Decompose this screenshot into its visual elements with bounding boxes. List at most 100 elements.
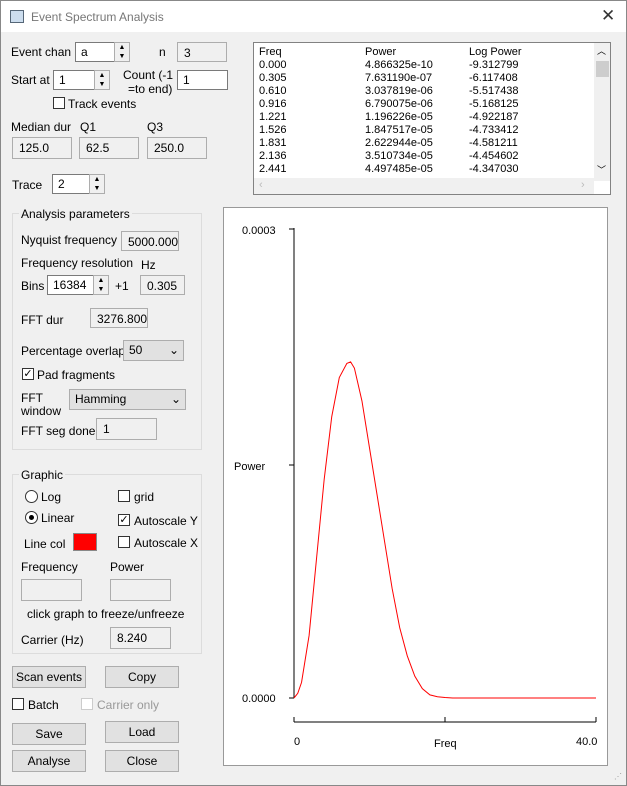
freq-resolution-label: Frequency resolution bbox=[21, 256, 134, 270]
table-cell: 0.000 bbox=[259, 59, 287, 71]
n-label: n bbox=[159, 45, 166, 59]
nyquist-value: 5000.000 bbox=[121, 231, 179, 251]
hz-label: Hz bbox=[141, 258, 156, 272]
table-cell: 1.831 bbox=[259, 137, 287, 149]
x-tick-label-min: 0 bbox=[294, 736, 300, 748]
bins-spinner[interactable]: ▲ ▼ bbox=[93, 275, 109, 295]
spectrum-chart[interactable]: 0.0003 0.0000 Power 0 40.0 Freq bbox=[223, 207, 608, 766]
median-dur-label: Median dur bbox=[11, 120, 72, 134]
fft-window-select[interactable]: Hamming ⌄ bbox=[69, 389, 186, 410]
x-axis-label: Freq bbox=[434, 738, 457, 750]
close-button[interactable]: Close bbox=[105, 750, 179, 772]
scroll-thumb[interactable] bbox=[596, 61, 609, 77]
horizontal-scrollbar[interactable]: ‹ › bbox=[254, 178, 594, 194]
chevron-down-icon: ⌄ bbox=[168, 343, 179, 357]
fft-window-label-2: window bbox=[21, 404, 62, 418]
table-cell: 0.305 bbox=[259, 72, 287, 84]
fft-seg-done-label: FFT seg done bbox=[21, 424, 96, 438]
scroll-right-icon[interactable]: › bbox=[581, 179, 585, 191]
track-events-checkbox[interactable] bbox=[53, 97, 65, 109]
table-cell: -4.922187 bbox=[469, 111, 519, 123]
log-label: Log bbox=[41, 490, 62, 504]
q3-label: Q3 bbox=[147, 120, 164, 134]
plus-one-label: +1 bbox=[115, 279, 129, 293]
pad-fragments-checkbox[interactable]: ✓ bbox=[22, 368, 34, 380]
trace-spinner[interactable]: ▲ ▼ bbox=[89, 174, 105, 194]
q3-value: 250.0 bbox=[147, 137, 207, 159]
table-cell: -5.517438 bbox=[469, 85, 519, 97]
graphic-label: Graphic bbox=[19, 468, 66, 482]
header-power: Power bbox=[365, 46, 397, 58]
bins-input[interactable]: 16384 bbox=[47, 275, 94, 295]
carrier-only-checkbox[interactable] bbox=[81, 698, 93, 710]
batch-checkbox[interactable] bbox=[12, 698, 24, 710]
analysis-parameters-label: Analysis parameters bbox=[19, 207, 132, 221]
power-readout bbox=[110, 579, 171, 601]
save-button[interactable]: Save bbox=[12, 723, 86, 745]
linear-radio[interactable] bbox=[25, 511, 38, 524]
grid-label: grid bbox=[134, 490, 155, 504]
y-tick-label-max: 0.0003 bbox=[242, 225, 276, 237]
median-dur-value: 125.0 bbox=[12, 137, 72, 159]
grid-checkbox[interactable] bbox=[118, 490, 130, 502]
fft-dur-value: 3276.800 bbox=[90, 308, 148, 328]
close-window-icon[interactable]: ✕ bbox=[601, 6, 615, 26]
spectrum-table[interactable]: Freq Power Log Power 0.000 4.866325e-10 -9… bbox=[253, 42, 611, 195]
scroll-left-icon[interactable]: ‹ bbox=[259, 179, 263, 191]
table-cell: 4.866325e-10 bbox=[365, 59, 433, 71]
pad-fragments-label: Pad fragments bbox=[37, 368, 116, 382]
x-tick-label-max: 40.0 bbox=[576, 736, 597, 748]
carrier-value: 8.240 bbox=[110, 627, 171, 649]
y-tick-label-min: 0.0000 bbox=[242, 693, 276, 705]
q1-label: Q1 bbox=[80, 120, 97, 134]
track-events-label: Track events bbox=[68, 97, 137, 111]
load-button[interactable]: Load bbox=[105, 721, 179, 743]
vertical-scrollbar[interactable]: ︿ ﹀ bbox=[594, 43, 610, 181]
event-chan-spinner[interactable]: ▲ ▼ bbox=[114, 42, 130, 62]
table-cell: -4.347030 bbox=[469, 163, 519, 175]
analyse-button[interactable]: Analyse bbox=[12, 750, 86, 772]
table-cell: -4.454602 bbox=[469, 150, 519, 162]
table-cell: 1.526 bbox=[259, 124, 287, 136]
table-cell: 1.196226e-05 bbox=[365, 111, 433, 123]
table-cell: 3.037819e-06 bbox=[365, 85, 433, 97]
table-cell: 4.497485e-05 bbox=[365, 163, 433, 175]
table-cell: 0.916 bbox=[259, 98, 287, 110]
scroll-up-icon[interactable]: ︿ bbox=[597, 44, 606, 57]
freeze-hint: click graph to freeze/unfreeze bbox=[27, 607, 185, 621]
event-chan-input[interactable]: a bbox=[75, 42, 115, 62]
batch-label: Batch bbox=[28, 698, 59, 712]
scan-events-button[interactable]: Scan events bbox=[12, 666, 86, 688]
table-cell: 2.136 bbox=[259, 150, 287, 162]
autoscale-x-label: Autoscale X bbox=[134, 536, 199, 550]
table-cell: -5.168125 bbox=[469, 98, 519, 110]
scroll-down-icon[interactable]: ﹀ bbox=[597, 163, 606, 176]
frequency-readout bbox=[21, 579, 82, 601]
overlap-value: 50 bbox=[129, 343, 143, 357]
header-freq: Freq bbox=[259, 46, 282, 58]
table-cell: -4.581211 bbox=[469, 137, 518, 149]
count-input[interactable]: 1 bbox=[177, 70, 228, 90]
start-at-input[interactable]: 1 bbox=[53, 70, 95, 90]
overlap-label: Percentage overlap bbox=[21, 344, 126, 358]
line-color-swatch[interactable] bbox=[73, 533, 97, 551]
fft-seg-done-value: 1 bbox=[96, 418, 157, 440]
autoscale-y-checkbox[interactable]: ✓ bbox=[118, 514, 130, 526]
autoscale-x-checkbox[interactable] bbox=[118, 536, 130, 548]
log-radio[interactable] bbox=[25, 490, 38, 503]
resolution-value: 0.305 bbox=[140, 275, 185, 295]
resize-grip-icon[interactable]: ⋰ bbox=[614, 772, 622, 781]
table-cell: 2.622944e-05 bbox=[365, 137, 433, 149]
chevron-down-icon: ⌄ bbox=[170, 392, 181, 406]
table-cell: -6.117408 bbox=[469, 72, 518, 84]
power-label: Power bbox=[110, 560, 145, 574]
trace-input[interactable]: 2 bbox=[52, 174, 90, 194]
start-at-spinner[interactable]: ▲ ▼ bbox=[94, 70, 110, 90]
table-cell: 2.441 bbox=[259, 163, 287, 175]
table-cell: 0.610 bbox=[259, 85, 287, 97]
q1-value: 62.5 bbox=[79, 137, 139, 159]
autoscale-y-label: Autoscale Y bbox=[134, 514, 198, 528]
fft-dur-label: FFT dur bbox=[21, 313, 64, 327]
copy-button[interactable]: Copy bbox=[105, 666, 179, 688]
overlap-select[interactable]: 50 ⌄ bbox=[123, 340, 184, 361]
